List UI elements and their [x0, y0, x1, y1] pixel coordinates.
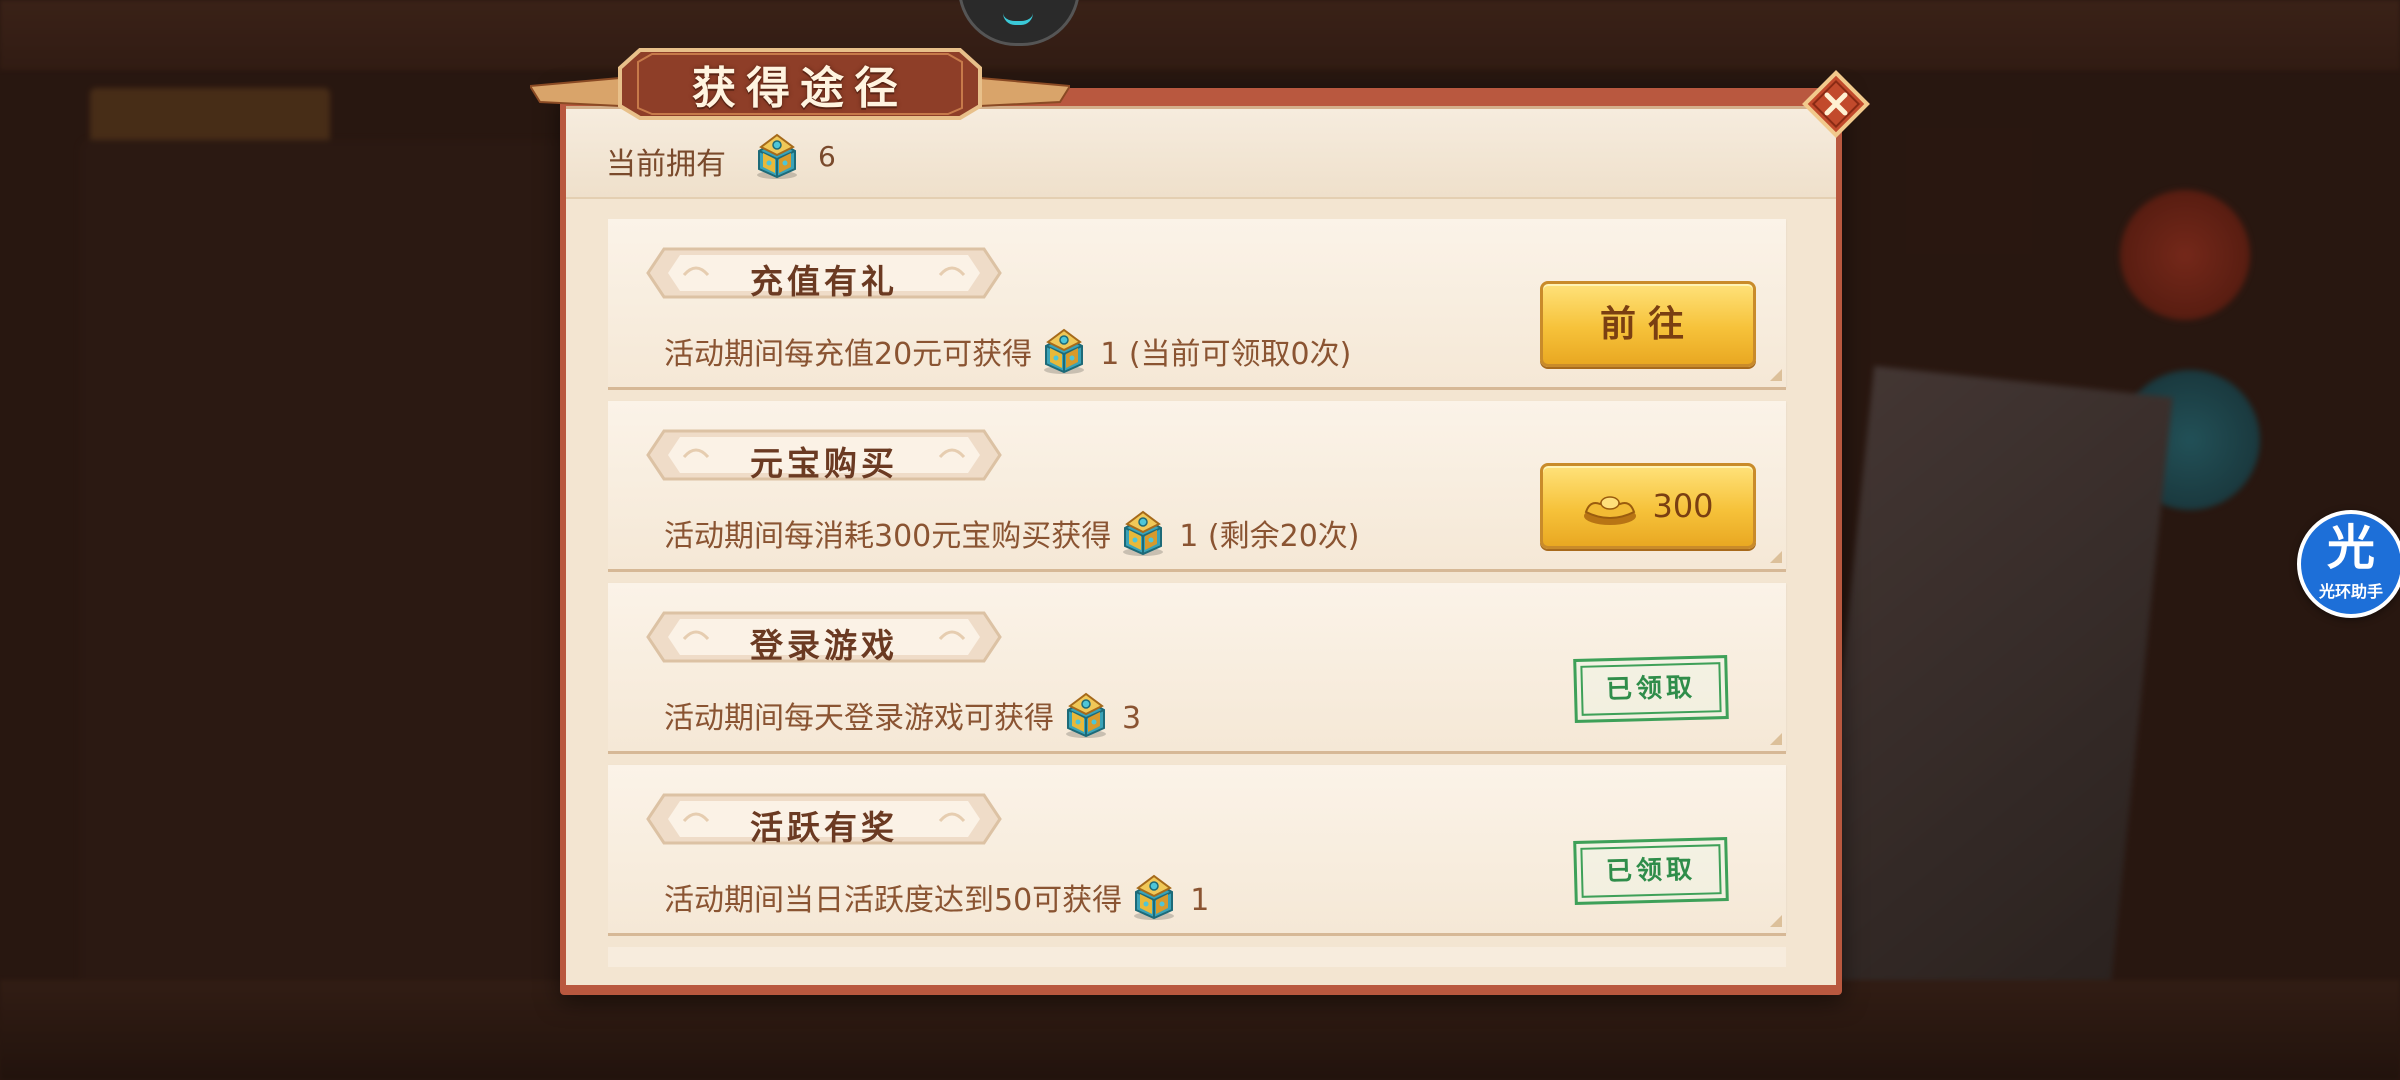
card-corner — [1770, 369, 1782, 381]
description-text: 活动期间每消耗300元宝购买获得 — [664, 519, 1112, 554]
description-text: 活动期间当日活跃度达到50可获得 — [664, 883, 1123, 918]
list-item-yuanbao-purchase: 元宝购买 活动期间每消耗300元宝购买获得 1 (剩余20次) 300 — [608, 401, 1786, 569]
card-title-plate: 充值有礼 — [644, 245, 1004, 301]
card-description: 活动期间每消耗300元宝购买获得 1 (剩余20次) — [664, 511, 1360, 558]
card-description: 活动期间当日活跃度达到50可获得 1 — [664, 875, 1209, 922]
description-text: 活动期间每天登录游戏可获得 — [664, 701, 1054, 736]
card-title-plate: 元宝购买 — [644, 427, 1004, 483]
buy-button[interactable]: 300 — [1540, 463, 1756, 549]
assistant-label: 光环助手 — [2318, 582, 2383, 601]
list-item-activity: 活跃有奖 活动期间当日活跃度达到50可获得 1 已领取 — [608, 765, 1786, 933]
dialog-title: 获得途径 — [692, 63, 908, 114]
dialog-body: 当前拥有 6 充值有礼 活动期间每充值20元可获得 1 (当前可领取0次) 前往 — [566, 106, 1836, 985]
claimed-stamp: 已领取 — [1573, 836, 1729, 906]
card-description: 活动期间每充值20元可获得 1 (当前可领取0次) — [664, 329, 1351, 376]
card-corner — [1770, 915, 1782, 927]
card-title: 元宝购买 — [750, 444, 898, 483]
gold-ingot-icon — [1584, 496, 1637, 525]
handle-mark-icon — [1003, 13, 1033, 25]
reward-quantity: 1 — [1100, 337, 1120, 372]
card-title: 活跃有奖 — [750, 808, 898, 847]
treasure-chest-icon — [751, 129, 803, 181]
card-corner — [1770, 733, 1782, 745]
list-item-recharge: 充值有礼 活动期间每充值20元可获得 1 (当前可领取0次) 前往 — [608, 219, 1786, 387]
assistant-float-button[interactable]: 光 光环助手 — [2297, 510, 2400, 618]
card-title: 登录游戏 — [750, 626, 898, 665]
owned-label: 当前拥有 — [606, 147, 726, 182]
list-item-partial — [608, 947, 1786, 967]
owned-count: 6 — [818, 140, 836, 173]
assistant-logo-char: 光 — [2326, 520, 2375, 576]
reward-quantity: 3 — [1122, 701, 1142, 736]
close-icon[interactable] — [1802, 70, 1870, 138]
remaining-note: (当前可领取0次) — [1128, 337, 1352, 372]
price-value: 300 — [1652, 487, 1714, 525]
card-title: 充值有礼 — [750, 262, 898, 301]
treasure-chest-icon — [1060, 688, 1112, 740]
remaining-note: (剩余20次) — [1207, 519, 1360, 554]
go-button[interactable]: 前往 — [1540, 281, 1756, 367]
reward-quantity: 1 — [1179, 519, 1199, 554]
treasure-chest-icon — [1038, 324, 1090, 376]
list-item-login: 登录游戏 活动期间每天登录游戏可获得 3 已领取 — [608, 583, 1786, 751]
treasure-chest-icon — [1128, 870, 1180, 922]
card-title-plate: 登录游戏 — [644, 609, 1004, 665]
card-corner — [1770, 551, 1782, 563]
description-text: 活动期间每充值20元可获得 — [664, 337, 1033, 372]
card-title-plate: 活跃有奖 — [644, 791, 1004, 847]
card-description: 活动期间每天登录游戏可获得 3 — [664, 693, 1141, 740]
claimed-stamp: 已领取 — [1573, 654, 1729, 724]
treasure-chest-icon — [1117, 506, 1169, 558]
acquire-path-list[interactable]: 充值有礼 活动期间每充值20元可获得 1 (当前可领取0次) 前往 元宝购买 活动… — [608, 219, 1788, 989]
reward-quantity: 1 — [1190, 883, 1210, 918]
acquire-path-dialog: 当前拥有 6 充值有礼 活动期间每充值20元可获得 1 (当前可领取0次) 前往 — [560, 88, 1842, 995]
